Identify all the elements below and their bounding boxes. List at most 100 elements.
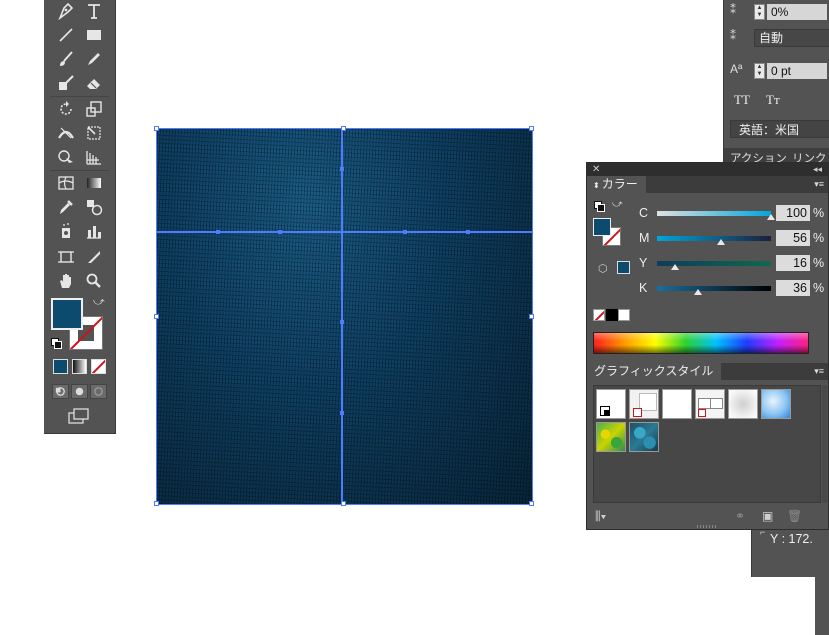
zoom-tool[interactable] (82, 270, 106, 292)
anchor-point[interactable] (340, 167, 344, 171)
column-graph-tool[interactable] (82, 220, 106, 242)
panel-scrollbar[interactable] (822, 385, 827, 503)
tab-color[interactable]: ⬍ カラー (587, 176, 646, 193)
swap-fill-stroke-icon[interactable]: ⤻ (93, 296, 105, 309)
none-swatch[interactable] (593, 309, 605, 321)
swap-colors-icon[interactable]: ⤻ (612, 199, 623, 210)
none-mode-button[interactable] (91, 359, 106, 374)
symbol-sprayer-tool[interactable] (54, 220, 78, 242)
artboard-tool[interactable] (54, 246, 78, 268)
out-of-web-gamut-icon[interactable]: ⬡ (598, 262, 608, 275)
free-transform-tool[interactable] (82, 122, 106, 144)
channel-slider-c[interactable] (657, 211, 771, 216)
resize-handle-top[interactable] (341, 126, 346, 131)
channel-slider-m[interactable] (657, 236, 771, 241)
channel-value-m[interactable]: 56 (776, 230, 810, 246)
collapse-icon[interactable]: ◂◂ (813, 163, 822, 176)
mesh-tool[interactable] (54, 172, 78, 194)
perspective-grid-tool[interactable] (82, 146, 106, 168)
type-tool[interactable] (82, 0, 106, 22)
channel-value-y[interactable]: 16 (776, 255, 810, 271)
resize-handle-right[interactable] (529, 314, 534, 319)
paintbrush-tool[interactable] (54, 48, 78, 70)
graphic-style-default[interactable] (596, 389, 626, 419)
draw-behind-button[interactable] (71, 384, 88, 399)
pen-tool[interactable] (54, 0, 78, 22)
graphic-style-teal-pattern[interactable] (629, 422, 659, 452)
shape-builder-tool[interactable] (54, 146, 78, 168)
graphic-style-white[interactable] (662, 389, 692, 419)
small-caps-button[interactable]: Tт (766, 92, 780, 108)
resize-handle-left[interactable] (154, 314, 159, 319)
channel-value-c[interactable]: 100 (776, 205, 810, 221)
eraser-tool[interactable] (82, 72, 106, 94)
baseline-shift-stepper[interactable]: ▲ ▼ (754, 63, 765, 79)
close-icon[interactable]: ✕ (592, 163, 600, 176)
panel-menu-icon[interactable]: ▾≡ (814, 179, 824, 190)
blend-tool[interactable] (82, 196, 106, 218)
hand-tool[interactable] (54, 270, 78, 292)
line-tool[interactable] (54, 24, 78, 46)
graphic-style-libraries-icon[interactable]: ⫼▾ (595, 509, 606, 524)
graphic-style-green-pattern[interactable] (596, 422, 626, 452)
graphic-style-soft-shadow[interactable] (728, 389, 758, 419)
tracking-field[interactable]: 0% (767, 4, 827, 20)
draw-normal-button[interactable] (52, 384, 69, 399)
artwork-rectangle[interactable] (157, 129, 532, 504)
anchor-point[interactable] (216, 230, 220, 234)
graphic-style-outline[interactable] (695, 389, 725, 419)
channel-slider-thumb-m[interactable] (716, 239, 725, 245)
resize-handle-top-right[interactable] (529, 126, 534, 131)
scale-tool[interactable] (82, 98, 106, 120)
tab-graphic-styles[interactable]: グラフィックスタイル (587, 363, 722, 380)
resize-grip-icon[interactable] (697, 525, 717, 528)
anchor-point[interactable] (466, 230, 470, 234)
color-spectrum-bar[interactable] (593, 332, 809, 354)
new-graphic-style-icon[interactable]: ▣ (762, 509, 773, 523)
leading-field[interactable]: 自動 (754, 29, 829, 47)
anchor-point[interactable] (403, 230, 407, 234)
graphic-styles-menu-icon[interactable]: ▾≡ (814, 366, 824, 377)
rectangle-tool[interactable] (82, 24, 106, 46)
blob-brush-tool[interactable] (54, 72, 78, 94)
graphic-style-no-stroke[interactable] (629, 389, 659, 419)
vertical-guide[interactable] (341, 129, 343, 504)
black-swatch[interactable] (606, 309, 618, 321)
gradient-mode-button[interactable] (72, 359, 87, 374)
channel-slider-thumb-y[interactable] (671, 264, 680, 270)
resize-handle-bottom-left[interactable] (154, 501, 159, 506)
channel-slider-thumb-k[interactable] (694, 289, 703, 295)
width-tool[interactable] (54, 122, 78, 144)
language-dropdown[interactable]: 英語：米国 (730, 120, 829, 138)
color-mode-button[interactable] (53, 359, 68, 374)
resize-handle-bottom[interactable] (341, 501, 346, 506)
horizontal-guide[interactable] (157, 231, 532, 233)
eyedropper-tool[interactable] (54, 196, 78, 218)
channel-slider-thumb-c[interactable] (767, 214, 775, 220)
pencil-tool[interactable] (82, 48, 106, 70)
white-swatch[interactable] (618, 309, 630, 321)
rotate-tool[interactable] (54, 98, 78, 120)
anchor-point[interactable] (278, 230, 282, 234)
anchor-point[interactable] (340, 320, 344, 324)
graphic-style-blue-glow[interactable] (761, 389, 791, 419)
resize-handle-bottom-right[interactable] (529, 501, 534, 506)
baseline-shift-field[interactable]: 0 pt (767, 63, 827, 79)
tracking-stepper[interactable]: ▲ ▼ (754, 4, 765, 20)
fill-swatch[interactable] (51, 298, 83, 330)
delete-style-icon[interactable]: 🗑︎ (787, 509, 802, 523)
gradient-tool[interactable] (82, 172, 106, 194)
slice-tool[interactable] (82, 246, 106, 268)
default-colors-icon[interactable] (594, 201, 605, 212)
break-link-icon[interactable]: ⚭ (735, 509, 745, 523)
panel-fill-swatch[interactable] (593, 218, 611, 236)
all-caps-button[interactable]: TT (734, 92, 750, 108)
channel-slider-k[interactable] (657, 286, 771, 291)
change-screen-mode-button[interactable] (68, 408, 90, 424)
default-fill-stroke-icon[interactable] (51, 338, 62, 349)
panel-titlebar[interactable]: ✕ ◂◂ (587, 163, 828, 176)
web-color-swatch[interactable] (617, 261, 630, 274)
resize-handle-top-left[interactable] (154, 126, 159, 131)
anchor-point[interactable] (340, 411, 344, 415)
draw-inside-button[interactable] (90, 384, 107, 399)
